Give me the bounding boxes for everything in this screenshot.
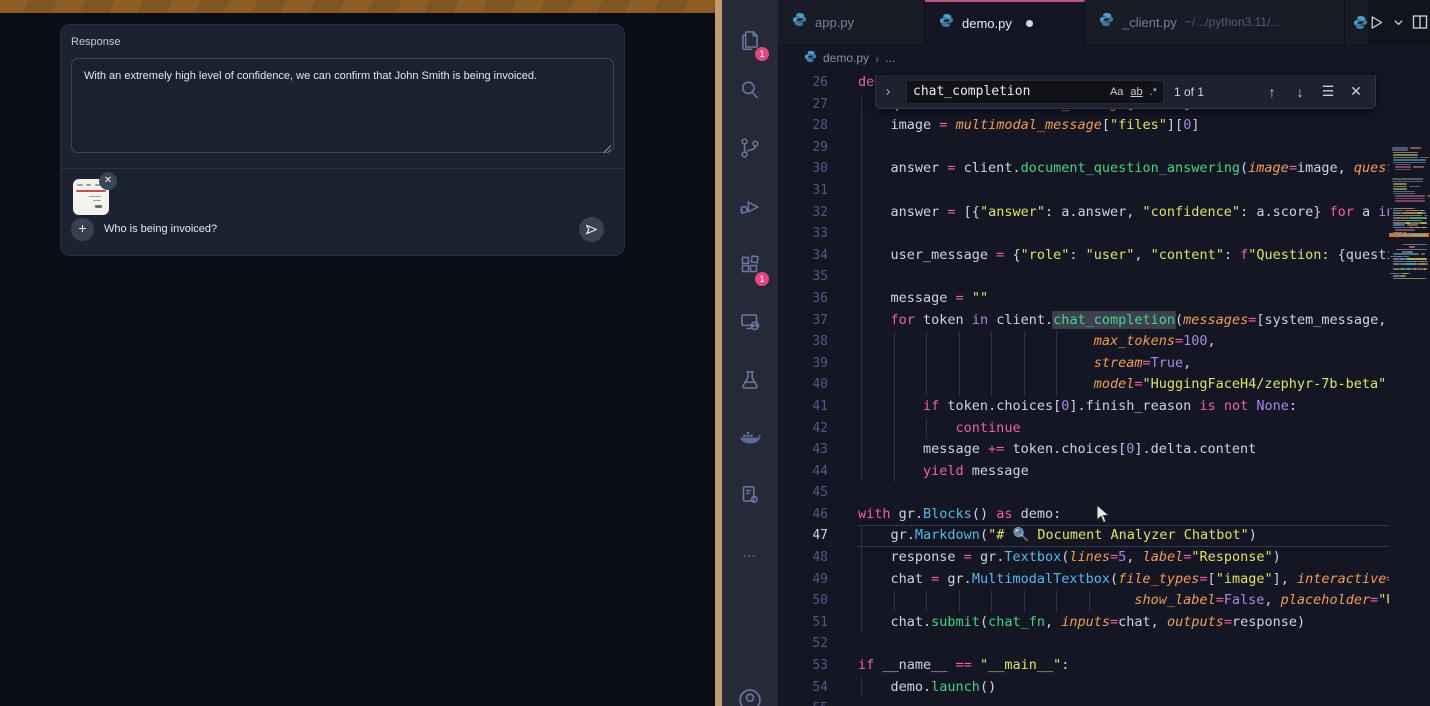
explorer-badge: 1	[755, 47, 769, 61]
code-line[interactable]: 34 user_message = {"role": "user", "cont…	[778, 245, 1389, 267]
docker-icon[interactable]	[722, 417, 778, 457]
code-line[interactable]: 28 image = multimodal_message["files"][0…	[778, 115, 1389, 137]
whole-word-button[interactable]: ab	[1130, 86, 1142, 98]
pane-divider-handle[interactable]	[715, 0, 722, 706]
account-icon[interactable]	[722, 680, 778, 706]
find-in-selection-button[interactable]: ☰	[1319, 83, 1337, 100]
match-case-button[interactable]: Aa	[1110, 86, 1123, 98]
tab-label: app.py	[815, 15, 854, 30]
code-line[interactable]: 55	[778, 698, 1389, 706]
breadcrumb: demo.py › ...	[778, 44, 1430, 72]
find-toggle-chevron-icon[interactable]: ›	[880, 83, 896, 100]
explorer-icon[interactable]: 1	[722, 20, 778, 60]
window-titlebar-stripe	[0, 0, 715, 13]
breadcrumb-separator: ›	[875, 51, 879, 66]
run-python-file-button[interactable]	[1368, 14, 1385, 31]
code-line[interactable]: 33	[778, 223, 1389, 245]
tab-label: demo.py	[962, 16, 1012, 31]
code-line[interactable]: 32 answer = [{"answer": a.answer, "confi…	[778, 202, 1389, 224]
previous-match-button[interactable]: ↑	[1263, 84, 1281, 100]
tab-label: _client.py	[1122, 15, 1177, 30]
code-line[interactable]: 37 for token in client.chat_completion(m…	[778, 310, 1389, 332]
python-file-icon	[939, 13, 954, 33]
code-editor[interactable]: 26def chat_fn(multimodal_message):27 que…	[778, 72, 1430, 706]
code-line[interactable]: 54 demo.launch()	[778, 677, 1389, 699]
editor-actions	[1368, 0, 1430, 44]
add-file-button[interactable]: +	[71, 218, 94, 241]
code-line[interactable]: 53if __name__ == "__main__":	[778, 655, 1389, 677]
screenshot-root: Response ✕ + Who is being invoiced?	[0, 0, 1430, 706]
minimap[interactable]	[1389, 144, 1429, 706]
response-textarea[interactable]	[71, 58, 614, 153]
find-results-count: 1 of 1	[1174, 85, 1204, 99]
find-query-text[interactable]: chat_completion	[913, 84, 1103, 99]
code-line[interactable]: 39 stream=True,	[778, 353, 1389, 375]
next-match-button[interactable]: ↓	[1291, 84, 1309, 100]
vscode-window: 1 1	[722, 0, 1430, 706]
tab-partial[interactable]	[1345, 0, 1368, 44]
code-line[interactable]: 49 chat = gr.MultimodalTextbox(file_type…	[778, 569, 1389, 591]
code-line[interactable]: 35	[778, 266, 1389, 288]
card-divider	[61, 168, 624, 169]
code-line[interactable]: 48 response = gr.Textbox(lines=5, label=…	[778, 547, 1389, 569]
python-file-icon	[792, 12, 807, 32]
code-line[interactable]: 31	[778, 180, 1389, 202]
tab-client-py[interactable]: _client.py ~/.../python3.11/...	[1085, 0, 1345, 44]
code-line[interactable]: 50 show_label=False, placeholder="Upload…	[778, 590, 1389, 612]
code-line[interactable]: 38 max_tokens=100,	[778, 331, 1389, 353]
tab-bar: app.py demo.py _client.py ~/.../python3.…	[778, 0, 1430, 44]
python-file-icon	[1099, 12, 1114, 32]
breadcrumb-symbol[interactable]: ...	[885, 51, 895, 65]
run-debug-icon[interactable]	[722, 187, 778, 227]
chat-input-row: + Who is being invoiced?	[71, 217, 614, 243]
split-editor-icon[interactable]	[1412, 14, 1428, 30]
testing-flask-icon[interactable]	[722, 360, 778, 400]
code-lines: 26def chat_fn(multimodal_message):27 que…	[778, 72, 1430, 706]
code-line[interactable]: 42 continue	[778, 418, 1389, 440]
tab-description: ~/.../python3.11/...	[1185, 15, 1281, 29]
code-line[interactable]: 51 chat.submit(chat_fn, inputs=chat, out…	[778, 612, 1389, 634]
extensions-badge: 1	[755, 272, 769, 286]
more-actions-icon[interactable]: ⋯	[722, 535, 778, 575]
send-button[interactable]	[579, 217, 604, 242]
close-find-button[interactable]: ✕	[1347, 83, 1365, 100]
code-line[interactable]: 43 message += token.choices[0].delta.con…	[778, 439, 1389, 461]
search-icon[interactable]	[722, 70, 778, 110]
remote-explorer-icon[interactable]	[722, 302, 778, 342]
regex-button[interactable]: .*	[1150, 86, 1157, 98]
code-line[interactable]: 40 model="HuggingFaceH4/zephyr-7b-beta")…	[778, 374, 1389, 396]
python-file-icon	[804, 50, 817, 66]
dev-tools-icon[interactable]	[722, 475, 778, 515]
tab-app-py[interactable]: app.py	[778, 0, 925, 44]
gradio-app-pane: Response ✕ + Who is being invoiced?	[0, 0, 715, 706]
code-line[interactable]: 46with gr.Blocks() as demo:	[778, 504, 1389, 526]
find-input[interactable]: chat_completion Aa ab .*	[906, 80, 1164, 104]
gradio-card: Response ✕ + Who is being invoiced?	[60, 24, 625, 256]
code-line[interactable]: 30 answer = client.document_question_ans…	[778, 158, 1389, 180]
chat-message-text[interactable]: Who is being invoiced?	[104, 223, 217, 235]
code-line[interactable]: 52	[778, 633, 1389, 655]
response-label: Response	[71, 36, 121, 48]
tab-demo-py[interactable]: demo.py	[925, 0, 1085, 44]
code-line[interactable]: 45	[778, 482, 1389, 504]
code-line[interactable]: 36 message = ""	[778, 288, 1389, 310]
code-line[interactable]: 44 yield message	[778, 461, 1389, 483]
find-widget: › chat_completion Aa ab .* 1 of 1 ↑ ↓ ☰ …	[875, 75, 1376, 109]
run-dropdown-chevron-icon[interactable]	[1393, 17, 1404, 28]
activity-bar: 1 1	[722, 0, 778, 706]
remove-attachment-button[interactable]: ✕	[99, 172, 117, 190]
extensions-icon[interactable]: 1	[722, 245, 778, 285]
code-line[interactable]: 41 if token.choices[0].finish_reason is …	[778, 396, 1389, 418]
breadcrumb-file[interactable]: demo.py	[823, 51, 869, 65]
code-line[interactable]: 47 gr.Markdown("# 🔍 Document Analyzer Ch…	[778, 525, 1389, 547]
editor-group: app.py demo.py _client.py ~/.../python3.…	[778, 0, 1430, 706]
code-line[interactable]: 29	[778, 137, 1389, 159]
source-control-icon[interactable]	[722, 128, 778, 168]
modified-dot-icon[interactable]	[1026, 20, 1033, 27]
